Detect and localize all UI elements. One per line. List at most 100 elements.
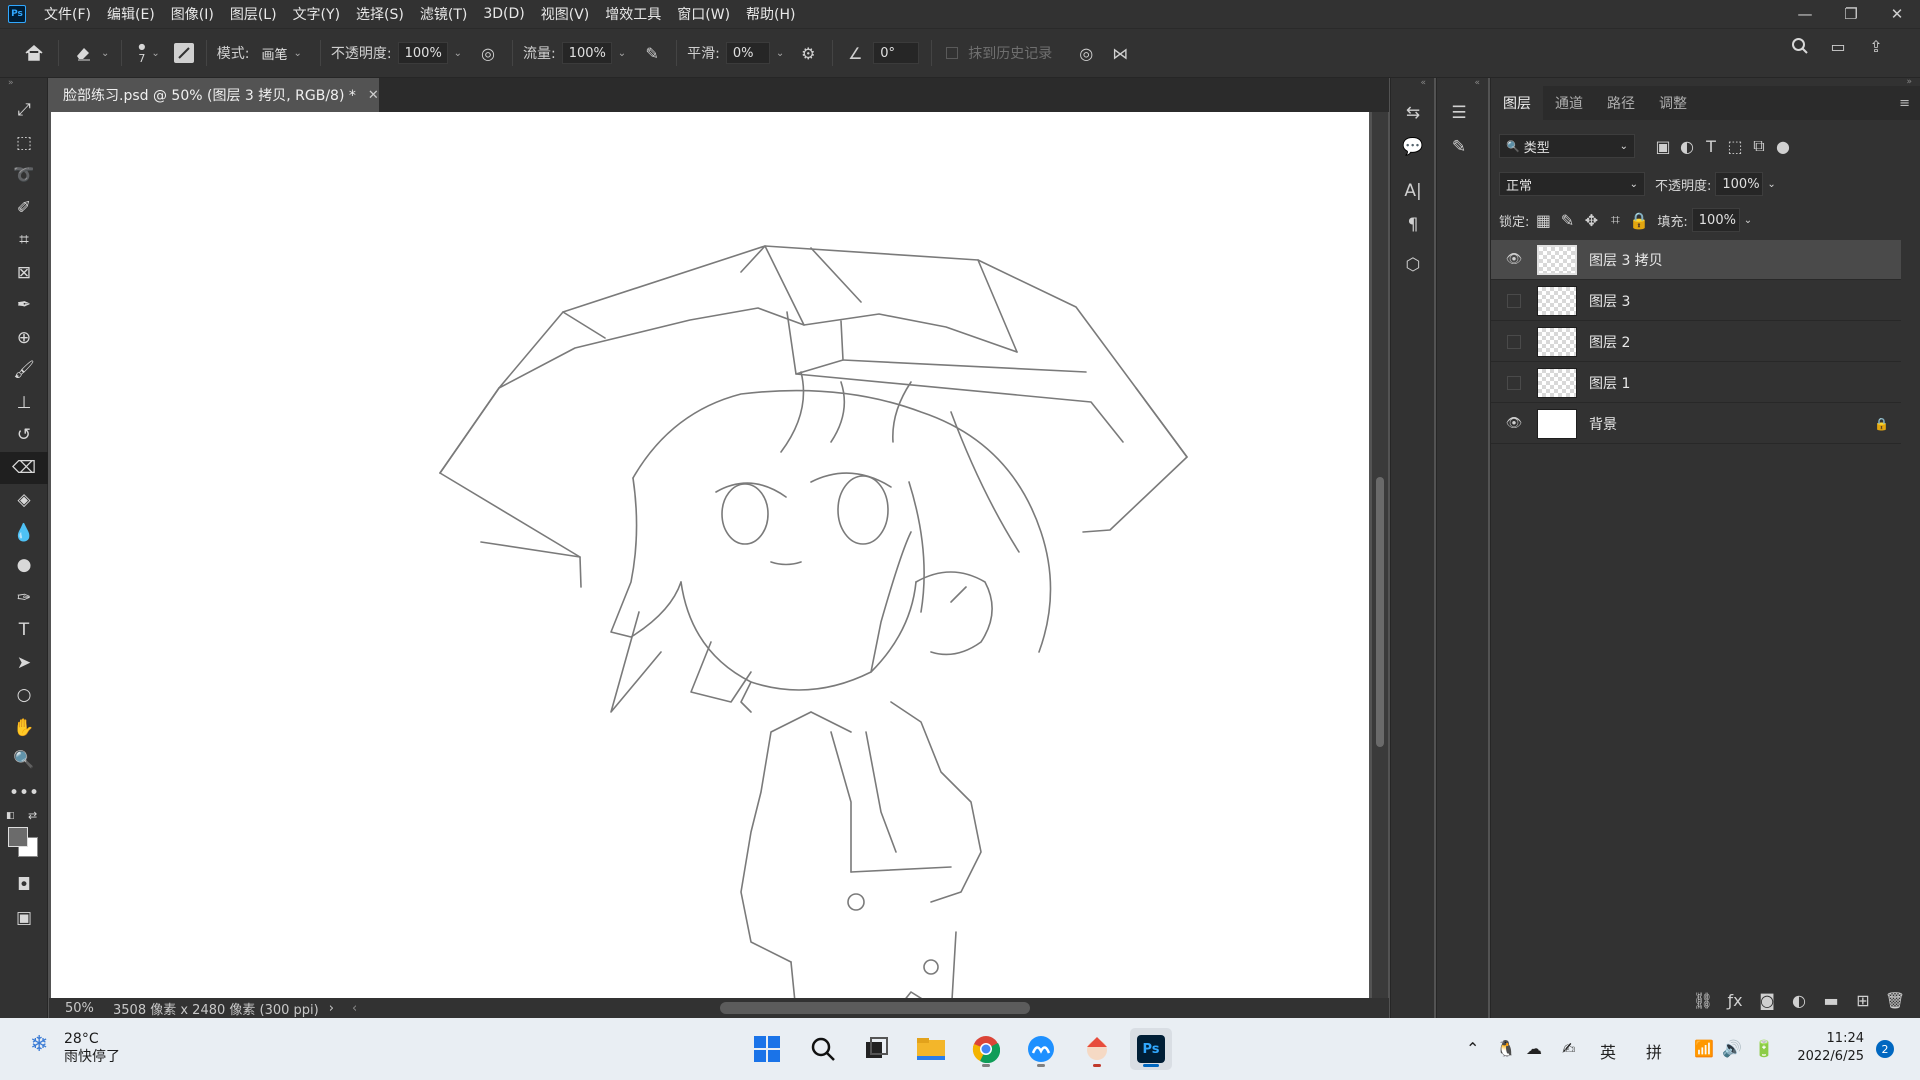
eraser-tool-icon[interactable]: ⌫ — [0, 451, 48, 484]
tab-layers[interactable]: 图层 — [1491, 86, 1543, 120]
smart-object-filter-icon[interactable]: ⧉ — [1747, 134, 1771, 158]
language-indicator[interactable]: 英 — [1600, 1039, 1616, 1063]
pen-tray-icon[interactable]: ✍ — [1562, 1039, 1575, 1058]
menu-edit[interactable]: 编辑(E) — [99, 4, 163, 24]
chevron-down-icon[interactable]: ⌄ — [1767, 179, 1775, 190]
menu-3d[interactable]: 3D(D) — [475, 6, 532, 22]
search-icon[interactable] — [1788, 34, 1812, 58]
foreground-color-swatch[interactable] — [8, 827, 28, 847]
blur-tool-icon[interactable]: 💧 — [0, 517, 48, 550]
weather-icon[interactable]: ❄ — [30, 1032, 48, 1057]
lock-pixels-icon[interactable]: ✎ — [1555, 208, 1579, 232]
eye-hidden-icon[interactable] — [1507, 293, 1521, 308]
pressure-size-icon[interactable]: ◎ — [1074, 41, 1098, 65]
qq-icon[interactable]: 🐧 — [1496, 1039, 1516, 1058]
eraser-preset-icon[interactable] — [71, 41, 95, 65]
pen-tool-icon[interactable]: ✑ — [0, 582, 48, 615]
close-button[interactable]: ✕ — [1874, 0, 1920, 28]
status-expand-icon[interactable]: › — [329, 1001, 334, 1016]
eye-visible-icon[interactable]: 👁 — [1499, 252, 1529, 267]
minimize-button[interactable]: — — [1782, 0, 1828, 28]
layer-style-icon[interactable]: ƒx — [1723, 988, 1747, 1012]
layer-row[interactable]: 图层 1 — [1491, 363, 1901, 403]
3d-panel-icon[interactable]: ⬡ — [1391, 248, 1435, 282]
eye-visible-icon[interactable]: 👁 — [1499, 416, 1529, 431]
file-explorer-icon[interactable] — [910, 1028, 952, 1070]
quick-mask-icon[interactable]: ◘ — [0, 869, 48, 902]
document-canvas[interactable] — [51, 112, 1369, 998]
lock-icon[interactable]: 🔒 — [1874, 417, 1889, 431]
wifi-icon[interactable]: 📶 — [1694, 1039, 1714, 1058]
lock-transparency-icon[interactable]: ▦ — [1531, 208, 1555, 232]
eye-hidden-icon[interactable] — [1507, 334, 1521, 349]
brush-size-picker[interactable]: ● 7 — [138, 41, 145, 65]
new-group-icon[interactable]: ▬ — [1819, 988, 1843, 1012]
healing-brush-tool-icon[interactable]: ⊕ — [0, 322, 48, 355]
type-tool-icon[interactable]: T — [0, 614, 48, 647]
menu-filter[interactable]: 滤镜(T) — [412, 4, 475, 24]
clone-stamp-tool-icon[interactable]: ⊥ — [0, 387, 48, 420]
type-filter-icon[interactable]: T — [1699, 134, 1723, 158]
tab-adjustments[interactable]: 调整 — [1647, 86, 1699, 120]
chevron-down-icon[interactable]: ⌄ — [101, 48, 109, 59]
battery-icon[interactable]: 🔋 — [1754, 1039, 1774, 1058]
notification-badge[interactable]: 2 — [1876, 1040, 1894, 1058]
move-tool-icon[interactable]: ⤢ — [0, 94, 48, 127]
panel-menu-icon[interactable]: ≡ — [1899, 96, 1910, 111]
layer-opacity-input[interactable]: 100% — [1715, 172, 1764, 196]
mode-select[interactable]: 画笔 ⌄ — [256, 42, 308, 64]
brush-settings-panel-icon[interactable] — [173, 43, 194, 63]
lock-position-icon[interactable]: ✥ — [1579, 208, 1603, 232]
link-layers-icon[interactable]: ⛓ — [1691, 988, 1715, 1012]
ellipse-tool-icon[interactable]: ○ — [0, 679, 48, 712]
chevron-down-icon[interactable]: ⌄ — [618, 48, 626, 59]
zoom-tool-icon[interactable]: 🔍 — [0, 744, 48, 777]
quick-selection-tool-icon[interactable]: ✐ — [0, 192, 48, 225]
delete-layer-icon[interactable]: 🗑 — [1883, 988, 1907, 1012]
horizontal-scrollbar-thumb[interactable] — [720, 1002, 1030, 1014]
more-tools-icon[interactable]: ••• — [0, 777, 48, 810]
tab-channels[interactable]: 通道 — [1543, 86, 1595, 120]
volume-icon[interactable]: 🔊 — [1722, 1039, 1742, 1058]
chevron-down-icon[interactable]: ⌄ — [151, 48, 159, 59]
default-colors-icon[interactable]: ◧ — [6, 811, 15, 821]
properties-panel-icon[interactable]: ☰ — [1437, 96, 1481, 130]
layer-row[interactable]: 图层 2 — [1491, 322, 1901, 362]
collapse-arrows-icon[interactable]: » — [1491, 78, 1920, 87]
screen-mode-icon[interactable]: ▣ — [0, 902, 48, 935]
tab-paths[interactable]: 路径 — [1595, 86, 1647, 120]
layer-row[interactable]: 图层 3 — [1491, 281, 1901, 321]
lock-all-icon[interactable]: 🔒 — [1627, 208, 1651, 232]
history-panel-icon[interactable]: ⇆ — [1391, 96, 1435, 130]
erase-history-checkbox[interactable] — [946, 47, 959, 59]
shape-filter-icon[interactable]: ⬚ — [1723, 134, 1747, 158]
menu-plugins[interactable]: 增效工具 — [597, 4, 669, 24]
chevron-down-icon[interactable]: ⌄ — [1744, 215, 1752, 226]
dodge-tool-icon[interactable]: ● — [0, 549, 48, 582]
swap-colors-icon[interactable]: ⇄ — [28, 809, 37, 822]
gear-icon[interactable]: ⚙ — [796, 41, 820, 65]
layer-row[interactable]: 👁 背景 🔒 — [1491, 404, 1901, 444]
document-tab[interactable]: 脸部练习.psd @ 50% (图层 3 拷贝, RGB/8) * ✕ — [49, 78, 379, 112]
photoshop-taskbar-icon[interactable]: Ps — [1130, 1028, 1172, 1070]
workspace-icon[interactable]: ▭ — [1826, 34, 1850, 58]
history-brush-tool-icon[interactable]: ↺ — [0, 419, 48, 452]
adjustment-filter-icon[interactable]: ◐ — [1675, 134, 1699, 158]
marquee-tool-icon[interactable]: ⬚ — [0, 127, 48, 160]
adjustment-layer-icon[interactable]: ◐ — [1787, 988, 1811, 1012]
menu-file[interactable]: 文件(F) — [36, 4, 99, 24]
weather-widget[interactable]: 28°C 雨快停了 — [64, 1030, 120, 1066]
search-taskbar-icon[interactable] — [802, 1028, 844, 1070]
smoothing-input[interactable]: 0% — [725, 42, 770, 64]
scroll-left-icon[interactable]: ‹ — [352, 1001, 357, 1016]
pressure-opacity-icon[interactable]: ◎ — [476, 41, 500, 65]
filter-toggle-icon[interactable]: ● — [1771, 134, 1795, 158]
vertical-scrollbar-thumb[interactable] — [1376, 477, 1384, 747]
brush-tool-icon[interactable]: 🖌 — [0, 354, 48, 387]
brush-settings-icon[interactable]: ✎ — [1437, 130, 1481, 164]
angle-input[interactable]: 0° — [873, 42, 920, 64]
hand-tool-icon[interactable]: ✋ — [0, 712, 48, 745]
symmetry-butterfly-icon[interactable]: ⋈ — [1108, 41, 1132, 65]
share-icon[interactable]: ⇪ — [1864, 34, 1888, 58]
menu-layer[interactable]: 图层(L) — [222, 4, 285, 24]
